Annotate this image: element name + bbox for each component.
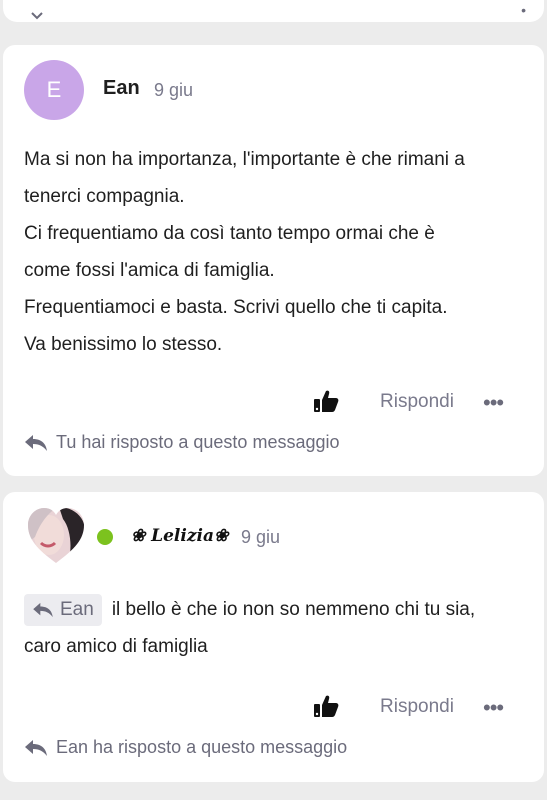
mention-chip[interactable]: Ean xyxy=(24,593,102,626)
comment-line: Ean il bello è che io non so nemmeno chi… xyxy=(24,591,529,628)
reply-arrow-icon xyxy=(25,739,47,756)
mention-name: Ean xyxy=(60,599,94,621)
replied-indicator[interactable]: Ean ha risposto a questo messaggio xyxy=(24,737,347,758)
reply-button[interactable]: Rispondi xyxy=(380,696,454,718)
more-horizontal-icon[interactable]: ••• xyxy=(483,392,504,414)
comment-line: tenerci compagnia. xyxy=(24,186,185,207)
comment-line: Frequentiamoci e basta. Scrivi quello ch… xyxy=(24,297,448,318)
comment-date: 9 giu xyxy=(241,527,281,547)
more-icon[interactable]: • xyxy=(521,2,526,18)
thumbs-up-icon[interactable] xyxy=(313,694,339,718)
reply-button[interactable]: Rispondi xyxy=(380,391,454,413)
chevron-icon xyxy=(31,12,43,20)
comment-body: Ma si non ha importanza, l'importante è … xyxy=(24,141,529,363)
author-name[interactable]: Ean xyxy=(103,77,140,100)
comment-line: Va benissimo lo stesso. xyxy=(24,334,223,355)
comment-text: il bello è che io non so nemmeno chi tu … xyxy=(111,599,476,620)
comment-card: ❀ Lelizia❀ 9 giu Ean il bello è che io n… xyxy=(3,492,544,782)
online-status-dot xyxy=(97,529,113,545)
replied-indicator[interactable]: Tu hai risposto a questo messaggio xyxy=(24,432,340,453)
avatar[interactable]: E xyxy=(24,60,84,120)
previous-comment-card: • xyxy=(3,0,544,22)
comment-date: 9 giu xyxy=(154,80,194,100)
reply-arrow-icon xyxy=(25,434,47,451)
reply-arrow-icon xyxy=(33,602,53,618)
comment-line: caro amico di famiglia xyxy=(24,636,208,657)
replied-text: Tu hai risposto a questo messaggio xyxy=(56,432,340,452)
thumbs-up-icon[interactable] xyxy=(313,389,339,413)
more-horizontal-icon[interactable]: ••• xyxy=(483,697,504,719)
comment-line: come fossi l'amica di famiglia. xyxy=(24,260,275,281)
author-name[interactable]: ❀ Lelizia❀ xyxy=(131,526,228,546)
comment-body: Ean il bello è che io non so nemmeno chi… xyxy=(24,591,529,665)
comment-line: Ci frequentiamo da così tanto tempo orma… xyxy=(24,223,435,244)
replied-text: Ean ha risposto a questo messaggio xyxy=(56,737,348,757)
comment-line: Ma si non ha importanza, l'importante è … xyxy=(24,149,465,170)
comment-card: E Ean 9 giu Ma si non ha importanza, l'i… xyxy=(3,45,544,476)
avatar[interactable] xyxy=(27,507,85,565)
